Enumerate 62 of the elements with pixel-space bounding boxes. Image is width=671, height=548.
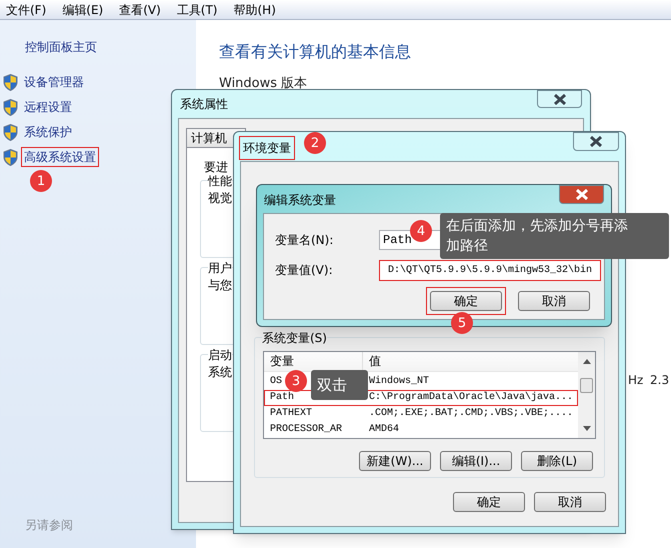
shield-icon	[3, 74, 18, 90]
menu-item[interactable]: 工具(T)	[176, 0, 218, 18]
field-label: 变量名(N):	[275, 232, 334, 249]
section-heading: Windows 版本	[219, 75, 308, 93]
scrollbar[interactable]	[578, 352, 595, 438]
step-badge: 5	[451, 312, 473, 334]
menu-item[interactable]: 帮助(H)	[234, 0, 276, 18]
variable-name[interactable]: OS	[270, 376, 282, 387]
variable-name[interactable]: PATHEXT	[270, 408, 312, 419]
tooltip: 在后面添加，先添加分号再添加路径	[440, 213, 669, 259]
window-title: 系统属性	[180, 96, 228, 113]
variable-name[interactable]: PROCESSOR_AR	[270, 424, 342, 435]
home-link[interactable]: 控制面板主页	[25, 38, 196, 56]
scroll-up-icon[interactable]	[582, 359, 590, 364]
menu-item[interactable]: 编辑(E)	[62, 0, 104, 18]
group-label: 系统变量(S)	[262, 329, 327, 347]
dialog-button[interactable]: 删除(L)	[521, 451, 593, 471]
scrollbar-thumb[interactable]	[580, 378, 593, 393]
close-icon	[589, 136, 603, 147]
group-text: 系统	[208, 364, 232, 381]
sidebar-link[interactable]: 高级系统设置	[22, 148, 98, 166]
shield-icon	[3, 148, 18, 166]
menu-item[interactable]: 查看(V)	[119, 0, 161, 18]
variable-value[interactable]: AMD64	[369, 425, 400, 435]
dialog-button[interactable]: 编辑(I)...	[440, 451, 512, 471]
cpu-unit: Hz	[628, 372, 644, 389]
group-text: 视觉	[208, 190, 232, 207]
variable-value[interactable]: .COM;.EXE;.BAT;.CMD;.VBS;.VBE;....	[369, 409, 574, 419]
shield-icon	[3, 98, 18, 116]
intro-text: 要进	[204, 159, 228, 175]
dialog-button[interactable]: 确定	[453, 492, 525, 512]
column-header[interactable]: 值	[363, 352, 381, 371]
dialog-button[interactable]: 取消	[534, 492, 606, 512]
close-button[interactable]	[559, 185, 604, 204]
step-badge: 2	[304, 132, 326, 154]
shield-icon	[3, 124, 18, 140]
scroll-down-icon[interactable]	[582, 426, 590, 431]
group-text: 与您	[208, 277, 232, 294]
cpu-speed: 2.3	[650, 372, 670, 389]
tooltip: 双击	[311, 370, 368, 400]
close-icon	[574, 189, 588, 200]
field-label: 变量值(V):	[275, 262, 334, 279]
sidebar-link[interactable]: 设备管理器	[22, 73, 86, 91]
close-button[interactable]	[573, 132, 619, 151]
sidebar-link[interactable]: 远程设置	[22, 98, 74, 116]
close-button[interactable]	[537, 90, 582, 108]
dialog-button[interactable]: 新建(W)...	[359, 451, 431, 471]
close-icon	[552, 94, 566, 104]
sidebar-link[interactable]: 系统保护	[22, 123, 74, 141]
dialog-button[interactable]: 确定	[430, 291, 502, 311]
menu-item[interactable]: 文件(F)	[6, 0, 46, 18]
see-also-heading: 另请参阅	[25, 517, 74, 534]
step-badge: 1	[30, 170, 52, 192]
variable-value[interactable]: Windows_NT	[369, 377, 430, 387]
variable-value[interactable]: C:\ProgramData\Oracle\Java\java...	[369, 393, 574, 403]
window-title: 编辑系统变量	[264, 192, 336, 209]
page-title: 查看有关计算机的基本信息	[219, 41, 412, 63]
dialog-button[interactable]: 取消	[518, 291, 590, 311]
group-label: 启动	[208, 347, 232, 364]
variable-name[interactable]: Path	[270, 392, 294, 403]
value-field[interactable]: D:\QT\QT5.9.9\5.9.9\mingw53_32\bin	[379, 260, 601, 280]
group-label: 性能	[208, 173, 232, 190]
